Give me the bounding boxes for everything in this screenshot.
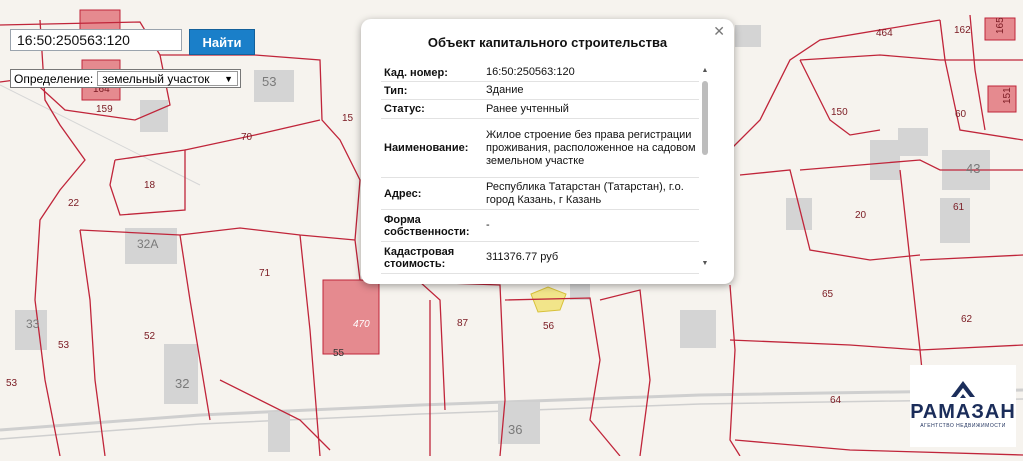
svg-text:64: 64 — [830, 395, 842, 406]
row-key: Наименование: — [384, 142, 469, 154]
house-logo-icon — [951, 381, 975, 398]
row-value: 16:50:250563:120 — [486, 66, 575, 78]
logo-name: РАМАЗАН — [910, 401, 1016, 423]
row-key: Статус: — [384, 103, 425, 115]
svg-text:15: 15 — [342, 113, 354, 124]
scrollbar-thumb[interactable] — [702, 81, 708, 155]
row-key: Кад. номер: — [384, 66, 448, 79]
svg-text:62: 62 — [961, 314, 973, 325]
svg-text:162: 162 — [954, 25, 971, 36]
svg-text:150: 150 — [831, 107, 848, 118]
row-value: Ранее учтенный — [486, 102, 569, 115]
row-value: Жилое строение без права регистрации про… — [486, 128, 696, 167]
row-key: Форма собственности: — [384, 213, 470, 238]
find-button[interactable]: Найти — [189, 29, 255, 55]
definition-select-row: Определение: земельный участок ▼ — [10, 69, 241, 88]
svg-text:43: 43 — [966, 161, 980, 176]
row-value: - — [486, 219, 490, 231]
logo-tagline: АГЕНТСТВО НЕДВИЖИМОСТИ — [920, 423, 1006, 429]
scroll-down-icon[interactable]: ▼ — [700, 260, 710, 267]
close-icon[interactable]: ✕ — [713, 23, 725, 40]
svg-text:56: 56 — [543, 321, 555, 332]
cadastral-number-input[interactable]: 16:50:250563:120 — [10, 29, 182, 51]
svg-text:70: 70 — [241, 132, 253, 143]
svg-text:53: 53 — [58, 340, 70, 351]
svg-text:470: 470 — [353, 319, 370, 330]
table-row: Форма собственности: - — [381, 210, 699, 242]
row-value: 311376.77 руб — [486, 251, 559, 263]
svg-text:464: 464 — [876, 28, 893, 39]
svg-text:36: 36 — [508, 422, 522, 437]
popup-title: Объект капитального строительства — [427, 35, 668, 50]
svg-text:52: 52 — [144, 331, 156, 342]
object-info-popup: Объект капитального строительства ✕ Кад.… — [361, 19, 734, 284]
svg-text:20: 20 — [855, 210, 867, 221]
scroll-up-icon[interactable]: ▲ — [700, 67, 710, 74]
row-key: Кадастровая стоимость: — [384, 245, 455, 270]
definition-dropdown[interactable]: земельный участок ▼ — [97, 71, 238, 86]
chevron-down-icon: ▼ — [224, 73, 233, 84]
svg-text:159: 159 — [96, 104, 113, 115]
definition-selected-value: земельный участок — [102, 71, 210, 86]
agency-logo: РАМАЗАН АГЕНТСТВО НЕДВИЖИМОСТИ — [910, 365, 1016, 447]
svg-text:55: 55 — [333, 348, 345, 359]
svg-text:53: 53 — [6, 378, 18, 389]
svg-text:165: 165 — [995, 17, 1006, 34]
attribute-table: Кад. номер: 16:50:250563:120 Тип: Здание… — [381, 64, 699, 274]
table-row: Кадастровая стоимость: 311376.77 руб — [381, 242, 699, 274]
svg-text:151: 151 — [1002, 87, 1013, 104]
svg-text:53: 53 — [262, 74, 276, 89]
table-row: Статус: Ранее учтенный — [381, 100, 699, 119]
row-value: Здание — [486, 84, 524, 96]
table-row: Тип: Здание — [381, 82, 699, 100]
table-row: Наименование: Жилое строение без права р… — [381, 119, 699, 178]
table-row: Кад. номер: 16:50:250563:120 — [381, 64, 699, 82]
popup-scrollbar[interactable]: ▲ ▼ — [700, 67, 710, 267]
svg-text:65: 65 — [822, 289, 834, 300]
row-key: Тип: — [384, 84, 408, 97]
row-key: Адрес: — [384, 187, 422, 200]
definition-label: Определение: — [14, 71, 94, 86]
svg-text:32А: 32А — [137, 237, 158, 251]
table-row: Адрес: Республика Татарстан (Татарстан),… — [381, 178, 699, 210]
svg-text:87: 87 — [457, 318, 469, 329]
svg-text:61: 61 — [953, 202, 965, 213]
svg-text:22: 22 — [68, 198, 80, 209]
row-value: Республика Татарстан (Татарстан), г.о. г… — [486, 180, 684, 206]
svg-text:33: 33 — [26, 317, 40, 331]
svg-text:32: 32 — [175, 376, 189, 391]
svg-text:60: 60 — [955, 109, 967, 120]
svg-text:18: 18 — [144, 180, 156, 191]
svg-text:71: 71 — [259, 268, 271, 279]
